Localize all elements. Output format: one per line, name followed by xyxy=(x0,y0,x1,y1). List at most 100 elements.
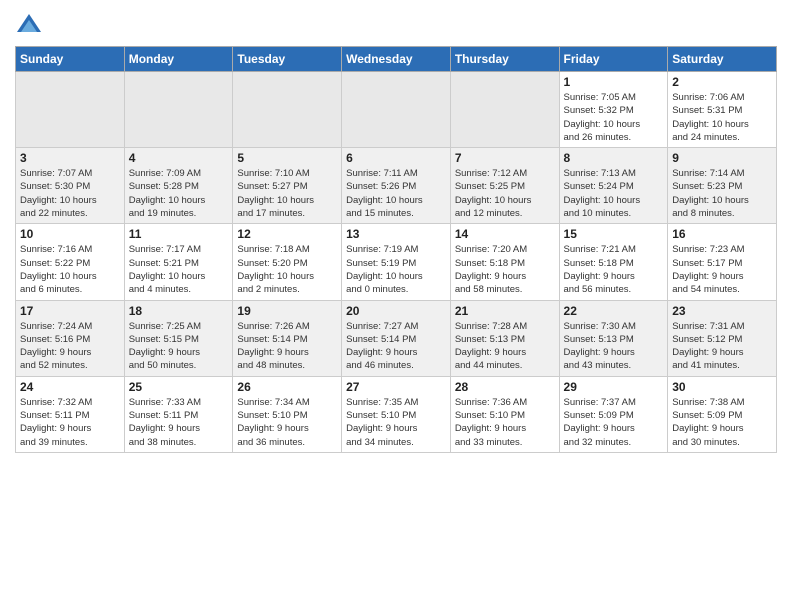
day-number: 10 xyxy=(20,227,120,241)
calendar-cell: 17 Sunrise: 7:24 AM Sunset: 5:16 PM Dayli… xyxy=(16,300,125,376)
weekday-header-monday: Monday xyxy=(124,47,233,72)
calendar-cell: 26 Sunrise: 7:34 AM Sunset: 5:10 PM Dayli… xyxy=(233,376,342,452)
calendar-cell: 7 Sunrise: 7:12 AM Sunset: 5:25 PM Daylig… xyxy=(450,148,559,224)
weekday-header-saturday: Saturday xyxy=(668,47,777,72)
day-number: 23 xyxy=(672,304,772,318)
calendar-cell: 28 Sunrise: 7:36 AM Sunset: 5:10 PM Dayli… xyxy=(450,376,559,452)
day-info: Sunrise: 7:25 AM Sunset: 5:15 PM Dayligh… xyxy=(129,320,229,373)
day-info: Sunrise: 7:18 AM Sunset: 5:20 PM Dayligh… xyxy=(237,243,337,296)
day-info: Sunrise: 7:09 AM Sunset: 5:28 PM Dayligh… xyxy=(129,167,229,220)
day-info: Sunrise: 7:06 AM Sunset: 5:31 PM Dayligh… xyxy=(672,91,772,144)
day-number: 26 xyxy=(237,380,337,394)
weekday-header-sunday: Sunday xyxy=(16,47,125,72)
day-info: Sunrise: 7:26 AM Sunset: 5:14 PM Dayligh… xyxy=(237,320,337,373)
day-info: Sunrise: 7:07 AM Sunset: 5:30 PM Dayligh… xyxy=(20,167,120,220)
day-number: 14 xyxy=(455,227,555,241)
day-info: Sunrise: 7:24 AM Sunset: 5:16 PM Dayligh… xyxy=(20,320,120,373)
calendar-cell: 25Sunrise: 7:33 AM Sunset: 5:11 PM Dayli… xyxy=(124,376,233,452)
calendar-cell: 5Sunrise: 7:10 AM Sunset: 5:27 PM Daylig… xyxy=(233,148,342,224)
day-number: 29 xyxy=(564,380,664,394)
calendar-cell: 24 Sunrise: 7:32 AM Sunset: 5:11 PM Dayli… xyxy=(16,376,125,452)
weekday-header-friday: Friday xyxy=(559,47,668,72)
calendar-cell: 12 Sunrise: 7:18 AM Sunset: 5:20 PM Dayli… xyxy=(233,224,342,300)
logo-icon xyxy=(15,10,43,38)
day-number: 28 xyxy=(455,380,555,394)
day-number: 20 xyxy=(346,304,446,318)
calendar-cell: 21Sunrise: 7:28 AM Sunset: 5:13 PM Dayli… xyxy=(450,300,559,376)
day-info: Sunrise: 7:19 AM Sunset: 5:19 PM Dayligh… xyxy=(346,243,446,296)
weekday-header-thursday: Thursday xyxy=(450,47,559,72)
day-info: Sunrise: 7:35 AM Sunset: 5:10 PM Dayligh… xyxy=(346,396,446,449)
calendar-cell: 9Sunrise: 7:14 AM Sunset: 5:23 PM Daylig… xyxy=(668,148,777,224)
day-info: Sunrise: 7:13 AM Sunset: 5:24 PM Dayligh… xyxy=(564,167,664,220)
day-number: 19 xyxy=(237,304,337,318)
calendar-cell: 30 Sunrise: 7:38 AM Sunset: 5:09 PM Dayli… xyxy=(668,376,777,452)
calendar-cell: 19 Sunrise: 7:26 AM Sunset: 5:14 PM Dayli… xyxy=(233,300,342,376)
calendar-cell: 14 Sunrise: 7:20 AM Sunset: 5:18 PM Dayli… xyxy=(450,224,559,300)
day-info: Sunrise: 7:34 AM Sunset: 5:10 PM Dayligh… xyxy=(237,396,337,449)
calendar-cell: 8 Sunrise: 7:13 AM Sunset: 5:24 PM Daylig… xyxy=(559,148,668,224)
calendar-cell xyxy=(450,72,559,148)
calendar-cell: 23 Sunrise: 7:31 AM Sunset: 5:12 PM Dayli… xyxy=(668,300,777,376)
day-number: 21 xyxy=(455,304,555,318)
logo xyxy=(15,10,47,38)
day-number: 6 xyxy=(346,151,446,165)
calendar-row-3: 17 Sunrise: 7:24 AM Sunset: 5:16 PM Dayli… xyxy=(16,300,777,376)
day-number: 9 xyxy=(672,151,772,165)
day-info: Sunrise: 7:38 AM Sunset: 5:09 PM Dayligh… xyxy=(672,396,772,449)
day-number: 17 xyxy=(20,304,120,318)
calendar-cell: 6 Sunrise: 7:11 AM Sunset: 5:26 PM Daylig… xyxy=(342,148,451,224)
calendar-cell: 18 Sunrise: 7:25 AM Sunset: 5:15 PM Dayli… xyxy=(124,300,233,376)
day-number: 25 xyxy=(129,380,229,394)
day-number: 5 xyxy=(237,151,337,165)
calendar-cell: 15 Sunrise: 7:21 AM Sunset: 5:18 PM Dayli… xyxy=(559,224,668,300)
calendar-row-2: 10 Sunrise: 7:16 AM Sunset: 5:22 PM Dayli… xyxy=(16,224,777,300)
day-number: 2 xyxy=(672,75,772,89)
day-info: Sunrise: 7:16 AM Sunset: 5:22 PM Dayligh… xyxy=(20,243,120,296)
day-info: Sunrise: 7:27 AM Sunset: 5:14 PM Dayligh… xyxy=(346,320,446,373)
day-info: Sunrise: 7:31 AM Sunset: 5:12 PM Dayligh… xyxy=(672,320,772,373)
day-number: 11 xyxy=(129,227,229,241)
calendar-cell: 3 Sunrise: 7:07 AM Sunset: 5:30 PM Daylig… xyxy=(16,148,125,224)
day-info: Sunrise: 7:17 AM Sunset: 5:21 PM Dayligh… xyxy=(129,243,229,296)
calendar-cell xyxy=(16,72,125,148)
calendar-cell: 20 Sunrise: 7:27 AM Sunset: 5:14 PM Dayli… xyxy=(342,300,451,376)
day-number: 7 xyxy=(455,151,555,165)
calendar-cell: 22 Sunrise: 7:30 AM Sunset: 5:13 PM Dayli… xyxy=(559,300,668,376)
calendar-cell: 2 Sunrise: 7:06 AM Sunset: 5:31 PM Daylig… xyxy=(668,72,777,148)
day-number: 12 xyxy=(237,227,337,241)
day-number: 16 xyxy=(672,227,772,241)
calendar-cell: 10 Sunrise: 7:16 AM Sunset: 5:22 PM Dayli… xyxy=(16,224,125,300)
day-number: 4 xyxy=(129,151,229,165)
day-number: 8 xyxy=(564,151,664,165)
day-info: Sunrise: 7:21 AM Sunset: 5:18 PM Dayligh… xyxy=(564,243,664,296)
day-info: Sunrise: 7:37 AM Sunset: 5:09 PM Dayligh… xyxy=(564,396,664,449)
day-info: Sunrise: 7:05 AM Sunset: 5:32 PM Dayligh… xyxy=(564,91,664,144)
weekday-header-tuesday: Tuesday xyxy=(233,47,342,72)
header xyxy=(15,10,777,38)
calendar-cell xyxy=(342,72,451,148)
day-info: Sunrise: 7:12 AM Sunset: 5:25 PM Dayligh… xyxy=(455,167,555,220)
day-number: 3 xyxy=(20,151,120,165)
calendar-table: SundayMondayTuesdayWednesdayThursdayFrid… xyxy=(15,46,777,453)
calendar-cell: 27 Sunrise: 7:35 AM Sunset: 5:10 PM Dayli… xyxy=(342,376,451,452)
day-info: Sunrise: 7:32 AM Sunset: 5:11 PM Dayligh… xyxy=(20,396,120,449)
weekday-header-wednesday: Wednesday xyxy=(342,47,451,72)
day-number: 27 xyxy=(346,380,446,394)
day-number: 24 xyxy=(20,380,120,394)
day-info: Sunrise: 7:36 AM Sunset: 5:10 PM Dayligh… xyxy=(455,396,555,449)
calendar-row-4: 24 Sunrise: 7:32 AM Sunset: 5:11 PM Dayli… xyxy=(16,376,777,452)
calendar-cell: 29 Sunrise: 7:37 AM Sunset: 5:09 PM Dayli… xyxy=(559,376,668,452)
calendar-cell xyxy=(124,72,233,148)
day-number: 18 xyxy=(129,304,229,318)
weekday-header-row: SundayMondayTuesdayWednesdayThursdayFrid… xyxy=(16,47,777,72)
calendar-cell: 11 Sunrise: 7:17 AM Sunset: 5:21 PM Dayli… xyxy=(124,224,233,300)
day-number: 22 xyxy=(564,304,664,318)
day-info: Sunrise: 7:11 AM Sunset: 5:26 PM Dayligh… xyxy=(346,167,446,220)
day-number: 15 xyxy=(564,227,664,241)
calendar-row-0: 1Sunrise: 7:05 AM Sunset: 5:32 PM Daylig… xyxy=(16,72,777,148)
day-info: Sunrise: 7:30 AM Sunset: 5:13 PM Dayligh… xyxy=(564,320,664,373)
day-info: Sunrise: 7:20 AM Sunset: 5:18 PM Dayligh… xyxy=(455,243,555,296)
day-number: 30 xyxy=(672,380,772,394)
calendar-cell: 16Sunrise: 7:23 AM Sunset: 5:17 PM Dayli… xyxy=(668,224,777,300)
